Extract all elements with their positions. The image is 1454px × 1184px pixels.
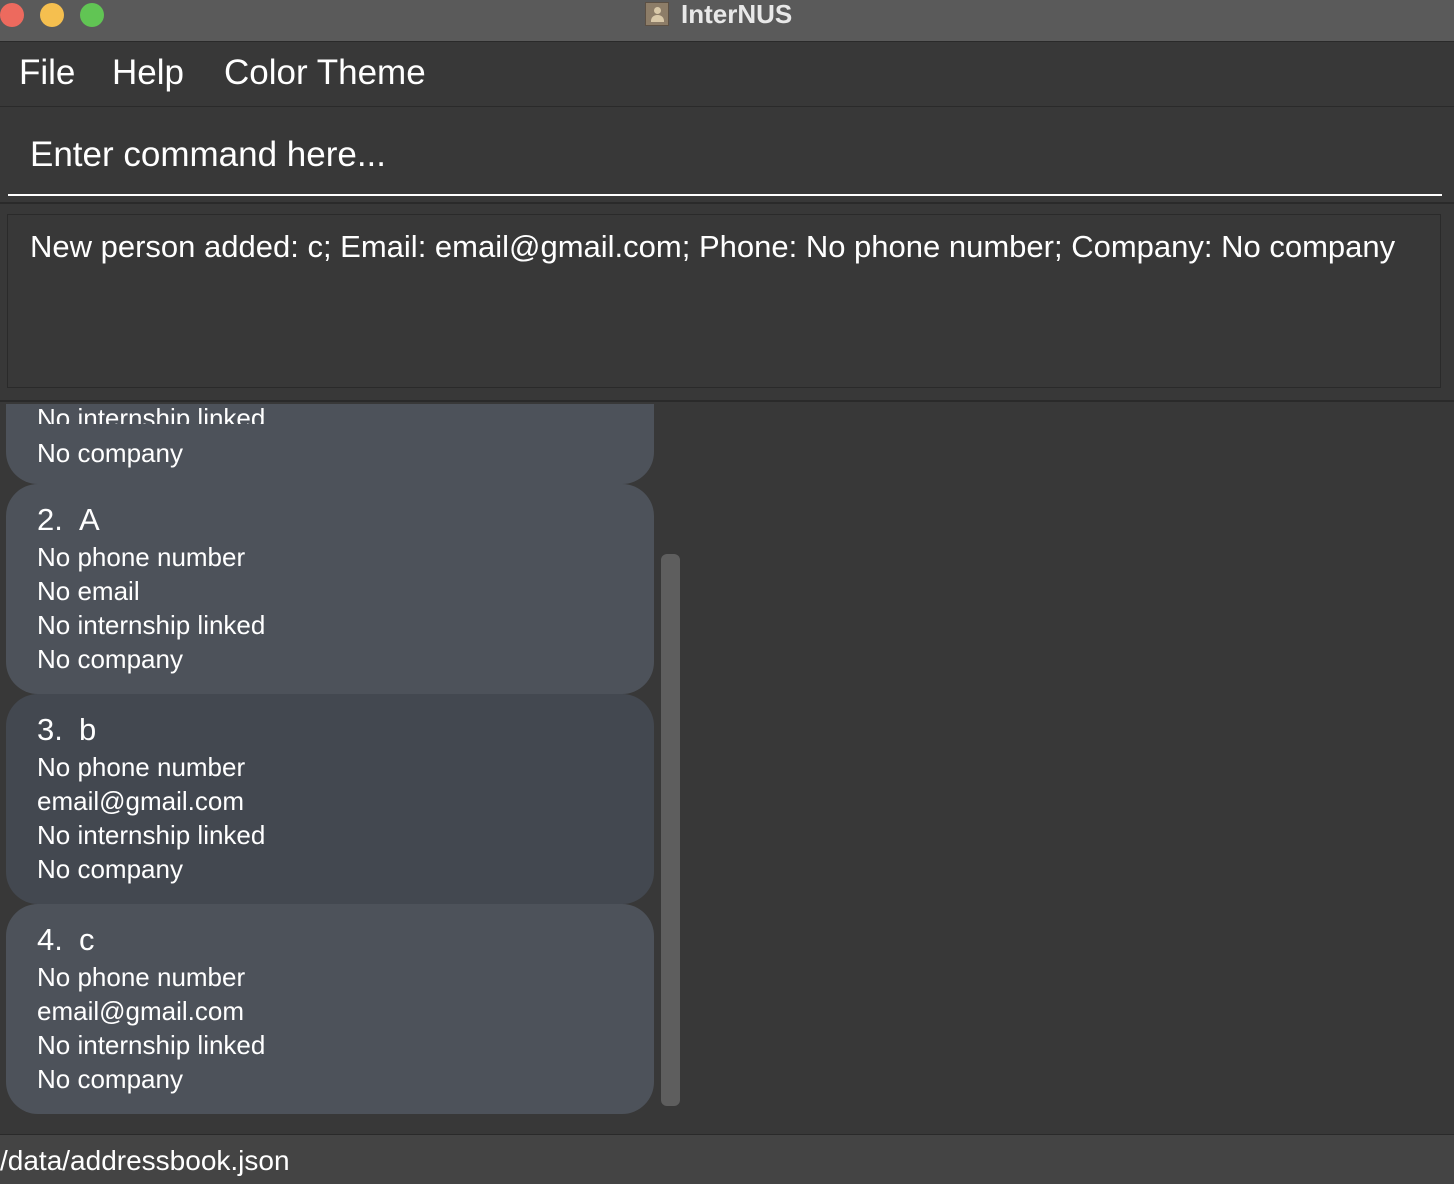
person-card[interactable]: No internship linked No company bbox=[6, 404, 654, 484]
person-card[interactable]: 2. A No phone number No email No internsh… bbox=[6, 484, 654, 694]
person-card[interactable]: 3. b No phone number email@gmail.com No i… bbox=[6, 694, 654, 904]
person-name: b bbox=[79, 712, 97, 747]
result-display-panel: New person added: c; Email: email@gmail.… bbox=[0, 206, 1454, 402]
person-company: No company bbox=[37, 854, 183, 884]
person-index: 3. bbox=[37, 712, 63, 747]
window-title: InterNUS bbox=[681, 0, 793, 29]
person-internship: No internship linked bbox=[37, 820, 266, 850]
command-input[interactable] bbox=[8, 116, 1442, 196]
command-box bbox=[0, 108, 1454, 204]
minimize-window-button[interactable] bbox=[40, 3, 64, 27]
menu-bar: File Help Color Theme bbox=[0, 43, 1454, 107]
person-email: email@gmail.com bbox=[37, 996, 244, 1026]
person-internship: No internship linked bbox=[37, 404, 266, 424]
person-name: c bbox=[79, 922, 95, 957]
person-index: 2. bbox=[37, 502, 63, 537]
person-name: A bbox=[79, 502, 100, 537]
maximize-window-button[interactable] bbox=[80, 3, 104, 27]
status-bar: /data/addressbook.json bbox=[0, 1134, 1454, 1184]
window-title-group: InterNUS bbox=[645, 0, 793, 29]
title-bar: InterNUS bbox=[0, 0, 1454, 42]
menu-help[interactable]: Help bbox=[112, 53, 184, 93]
result-message: New person added: c; Email: email@gmail.… bbox=[7, 214, 1441, 388]
list-scrollbar[interactable] bbox=[661, 554, 680, 1106]
person-internship: No internship linked bbox=[37, 610, 266, 640]
person-internship: No internship linked bbox=[37, 1030, 266, 1060]
save-file-path: /data/addressbook.json bbox=[0, 1145, 290, 1176]
person-index: 4. bbox=[37, 922, 63, 957]
person-email: email@gmail.com bbox=[37, 786, 244, 816]
person-heading: 4. c bbox=[37, 904, 654, 960]
person-phone: No phone number bbox=[37, 752, 246, 782]
person-company: No company bbox=[37, 1064, 183, 1094]
close-window-button[interactable] bbox=[0, 3, 24, 27]
person-heading: 2. A bbox=[37, 484, 654, 540]
person-email: No email bbox=[37, 576, 140, 606]
person-phone: No phone number bbox=[37, 542, 246, 572]
person-phone: No phone number bbox=[37, 962, 246, 992]
menu-color-theme[interactable]: Color Theme bbox=[224, 53, 426, 93]
person-heading: 3. b bbox=[37, 694, 654, 750]
person-company: No company bbox=[37, 438, 183, 468]
person-card[interactable]: 4. c No phone number email@gmail.com No i… bbox=[6, 904, 654, 1114]
person-list[interactable]: No internship linked No company 2. A No p… bbox=[0, 404, 1454, 1134]
menu-file[interactable]: File bbox=[19, 53, 75, 93]
person-company: No company bbox=[37, 644, 183, 674]
address-book-icon bbox=[645, 2, 669, 26]
